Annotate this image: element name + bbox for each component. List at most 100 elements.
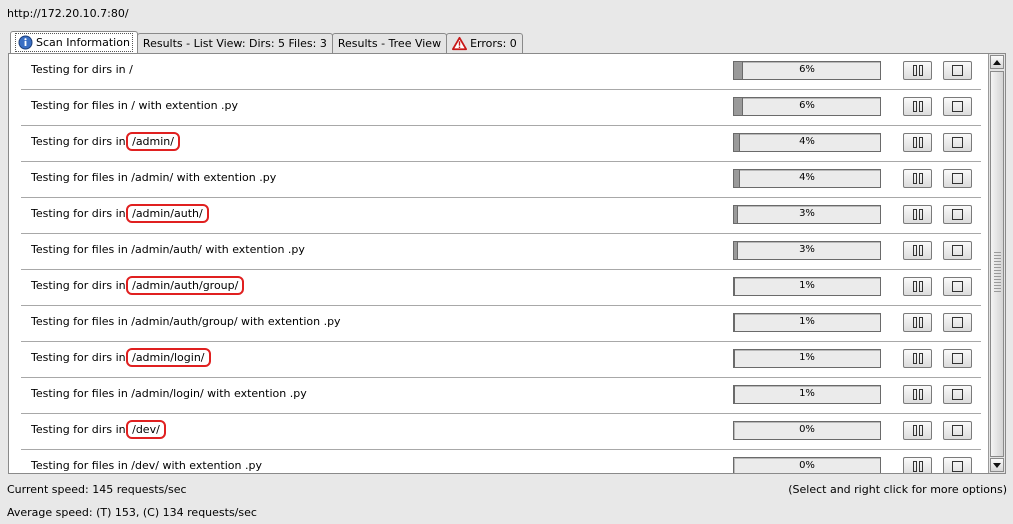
task-path: /dev/ [131, 459, 159, 472]
stop-button[interactable] [943, 277, 972, 296]
stop-button[interactable] [943, 349, 972, 368]
pause-icon [912, 317, 923, 328]
tab-results-tree-view[interactable]: Results - Tree View [331, 33, 448, 53]
task-row[interactable]: Testing for files in /admin/auth/group/ … [21, 306, 981, 342]
stop-button[interactable] [943, 205, 972, 224]
average-speed-label: Average speed: (T) 153, (C) 134 requests… [7, 506, 257, 519]
pause-icon [912, 245, 923, 256]
stop-button[interactable] [943, 241, 972, 260]
task-description: Testing for files in / with extention .p… [31, 99, 238, 112]
vertical-scrollbar[interactable] [988, 54, 1005, 473]
task-prefix: Testing for dirs in [31, 63, 130, 76]
pause-button[interactable] [903, 457, 932, 473]
task-description: Testing for dirs in / [31, 63, 133, 76]
task-prefix: Testing for dirs in [31, 279, 130, 292]
task-description: Testing for dirs in /dev/ [31, 420, 166, 439]
task-row[interactable]: Testing for dirs in /admin/auth/group/1% [21, 270, 981, 306]
progress-bar: 1% [733, 313, 881, 332]
task-row[interactable]: Testing for files in /dev/ with extentio… [21, 450, 981, 473]
stop-button[interactable] [943, 61, 972, 80]
task-path: /admin/login/ [126, 348, 211, 367]
task-description: Testing for dirs in /admin/auth/group/ [31, 276, 245, 295]
stop-icon [952, 209, 963, 220]
task-path: /admin/login/ [131, 387, 204, 400]
task-row[interactable]: Testing for dirs in /admin/auth/3% [21, 198, 981, 234]
progress-bar: 0% [733, 457, 881, 473]
pause-button[interactable] [903, 385, 932, 404]
scroll-down-arrow-icon[interactable] [990, 458, 1004, 472]
task-prefix: Testing for files in [31, 387, 132, 400]
task-description: Testing for files in /admin/auth/ with e… [31, 243, 305, 256]
stop-button[interactable] [943, 169, 972, 188]
progress-percent: 0% [799, 460, 815, 471]
pause-icon [912, 209, 923, 220]
pause-button[interactable] [903, 169, 932, 188]
task-suffix: with extention .py [135, 99, 239, 112]
progress-percent: 0% [799, 424, 815, 435]
progress-bar: 4% [733, 169, 881, 188]
task-row[interactable]: Testing for files in / with extention .p… [21, 90, 981, 126]
progress-percent: 1% [799, 280, 815, 291]
task-description: Testing for files in /admin/auth/group/ … [31, 315, 341, 328]
task-path: /admin/auth/ [126, 204, 209, 223]
stop-button[interactable] [943, 385, 972, 404]
stop-button[interactable] [943, 97, 972, 116]
task-description: Testing for dirs in /admin/auth/ [31, 204, 209, 223]
scrollbar-thumb[interactable] [990, 71, 1004, 457]
task-row[interactable]: Testing for dirs in /admin/4% [21, 126, 981, 162]
progress-percent: 6% [799, 64, 815, 75]
pause-icon [912, 461, 923, 472]
target-url: http://172.20.10.7:80/ [7, 7, 129, 20]
task-path: /admin/ [126, 132, 180, 151]
progress-percent: 4% [799, 136, 815, 147]
pause-button[interactable] [903, 61, 932, 80]
scroll-up-arrow-icon[interactable] [990, 55, 1004, 69]
pause-icon [912, 389, 923, 400]
progress-bar: 6% [733, 97, 881, 116]
progress-bar: 3% [733, 241, 881, 260]
tab-bar: Scan Information Results - List View: Di… [10, 31, 523, 53]
task-path: /admin/auth/group/ [131, 315, 238, 328]
pause-button[interactable] [903, 349, 932, 368]
task-prefix: Testing for dirs in [31, 207, 130, 220]
stop-button[interactable] [943, 457, 972, 473]
pause-button[interactable] [903, 205, 932, 224]
stop-button[interactable] [943, 421, 972, 440]
task-suffix: with extention .py [237, 315, 341, 328]
pause-icon [912, 425, 923, 436]
pause-button[interactable] [903, 421, 932, 440]
tab-label: Scan Information [36, 36, 130, 49]
task-row[interactable]: Testing for files in /admin/login/ with … [21, 378, 981, 414]
pause-button[interactable] [903, 133, 932, 152]
task-description: Testing for files in /admin/ with extent… [31, 171, 276, 184]
task-suffix: with extention .py [173, 171, 277, 184]
tab-results-list-view[interactable]: Results - List View: Dirs: 5 Files: 3 [136, 33, 333, 53]
task-row[interactable]: Testing for files in /admin/ with extent… [21, 162, 981, 198]
pause-icon [912, 137, 923, 148]
task-prefix: Testing for files in [31, 459, 132, 472]
stop-icon [952, 245, 963, 256]
tab-label: Errors: 0 [470, 37, 517, 50]
tab-errors[interactable]: Errors: 0 [446, 33, 523, 53]
task-prefix: Testing for files in [31, 315, 132, 328]
pause-button[interactable] [903, 313, 932, 332]
stop-button[interactable] [943, 313, 972, 332]
task-row[interactable]: Testing for files in /admin/auth/ with e… [21, 234, 981, 270]
task-row[interactable]: Testing for dirs in /dev/0% [21, 414, 981, 450]
progress-percent: 1% [799, 388, 815, 399]
pause-icon [912, 173, 923, 184]
info-icon [18, 35, 33, 50]
progress-bar: 1% [733, 385, 881, 404]
stop-icon [952, 389, 963, 400]
pause-button[interactable] [903, 277, 932, 296]
tab-scan-information[interactable]: Scan Information [10, 31, 138, 53]
progress-bar: 3% [733, 205, 881, 224]
stop-icon [952, 281, 963, 292]
task-row[interactable]: Testing for dirs in /admin/login/1% [21, 342, 981, 378]
task-path: / [129, 63, 133, 76]
task-row[interactable]: Testing for dirs in / 6% [21, 54, 981, 90]
task-path: /admin/auth/group/ [126, 276, 245, 295]
pause-button[interactable] [903, 97, 932, 116]
stop-button[interactable] [943, 133, 972, 152]
pause-button[interactable] [903, 241, 932, 260]
